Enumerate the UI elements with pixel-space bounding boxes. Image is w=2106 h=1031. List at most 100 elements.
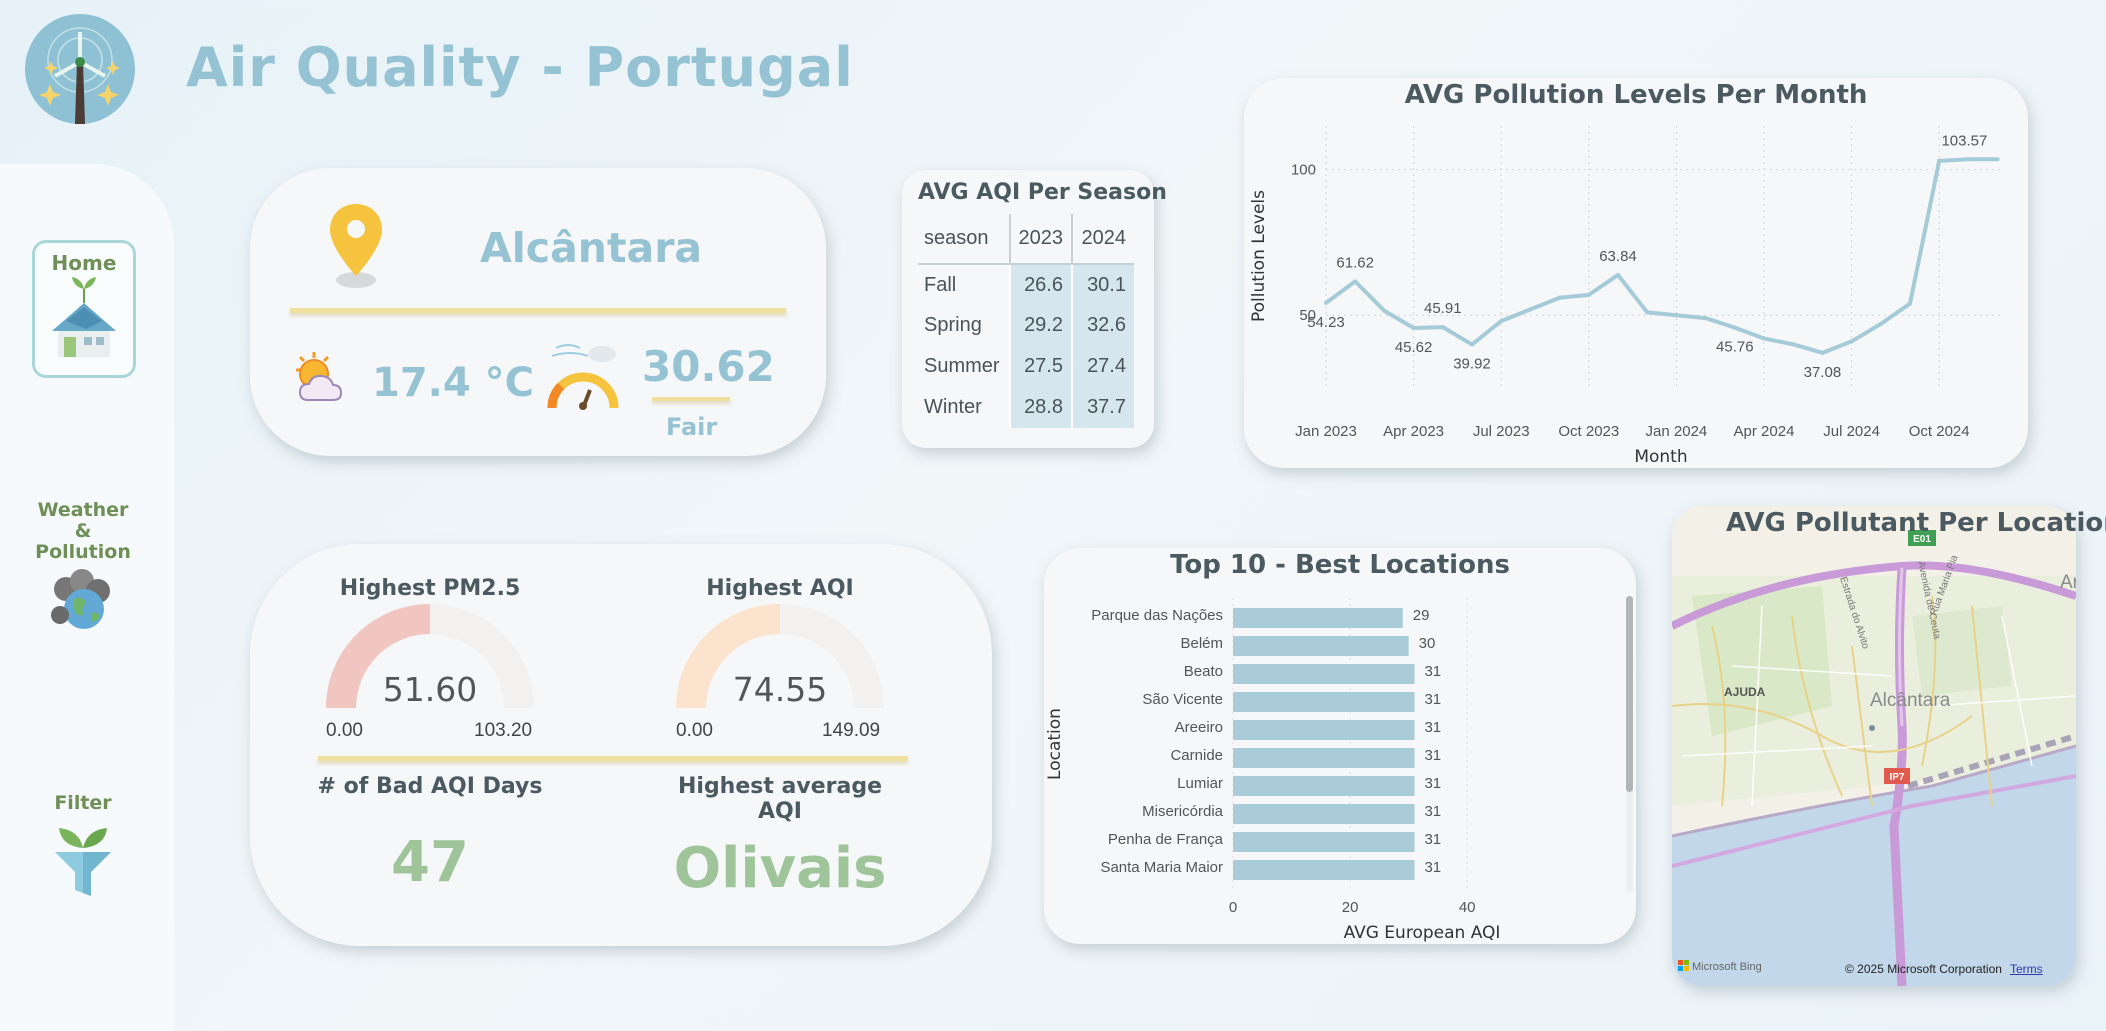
map-edge-label: Ar [2060,572,2076,593]
x-axis-title: Month [1634,447,1687,467]
table-header-row: season 2023 2024 [918,214,1134,265]
data-label: 31 [1424,663,1441,680]
aqi-value: 30.62 [642,342,775,391]
sidebar-item-filter[interactable]: Filter [30,792,136,905]
data-label: 31 [1424,691,1441,708]
x-axis-title: AVG European AQI [1344,923,1501,943]
bar [1233,860,1415,880]
scrollbar-thumb[interactable] [1626,596,1633,792]
table-cell: 29.2 [1009,305,1072,346]
table-row: Summer 27.5 27.4 [918,346,1134,387]
y-tick-label: Areeiro [1175,719,1223,736]
column-header[interactable]: 2023 [1009,214,1072,265]
table-cell: Summer [924,355,1000,377]
table-row: Spring 29.2 32.6 [918,305,1134,346]
x-tick-label: Jul 2024 [1823,423,1880,440]
divider [652,397,730,401]
data-label: 31 [1424,719,1441,736]
location-pin-icon [330,204,382,288]
partly-cloudy-icon [296,352,343,401]
divider [318,756,908,761]
data-label: 45.62 [1395,339,1433,356]
pm25-title: Highest PM2.5 [339,576,521,601]
sidebar-item-weather-pollution[interactable]: Weather & Pollution [20,500,146,640]
road-label: IP7 [1889,772,1904,783]
data-label: 54.23 [1307,314,1345,331]
data-point [1528,307,1533,312]
y-tick-label: Parque das Nações [1091,607,1223,624]
y-axis-title: Pollution Levels [1249,190,1269,322]
x-tick-label: Jul 2023 [1473,423,1530,440]
data-point [1703,316,1708,321]
table-cell: Spring [924,314,982,336]
map-card[interactable]: E01 IP7 Alcântara AJUDA Estrada do Alvit… [1672,506,2076,986]
column-header[interactable]: 2024 [1071,214,1134,265]
data-point [1382,308,1387,313]
aqi-gauge-min: 0.00 [676,720,713,741]
table-cell: 26.6 [1009,264,1072,305]
highest-avg-value: Olivais [673,836,887,901]
column-header[interactable]: season [918,214,1010,265]
table-cell: 30.1 [1071,264,1134,305]
map-view[interactable]: E01 IP7 Alcântara AJUDA Estrada do Alvit… [1672,506,2076,986]
y-tick-label: Belém [1180,635,1223,652]
bar [1233,692,1415,712]
bar [1233,776,1415,796]
pm25-gauge-max: 103.20 [474,720,533,741]
table-row: Fall 26.6 30.1 [918,264,1134,305]
aqi-gauge-value: 74.55 [732,670,828,709]
y-axis-title: Location [1045,708,1065,780]
map-terms-link[interactable]: Terms [2010,962,2043,976]
bad-days-value: 47 [391,830,469,895]
x-tick-label: 40 [1459,899,1476,916]
temperature-value: 17.4 °C [372,360,534,406]
data-point [1878,321,1883,326]
house-icon [52,277,116,357]
x-tick-label: Jan 2024 [1646,423,1708,440]
data-point [1732,325,1737,330]
data-label: 31 [1424,747,1441,764]
divider [290,308,786,313]
data-point [1849,339,1854,344]
filter-icon [55,828,111,896]
bar [1233,804,1415,824]
data-point [1995,157,2000,162]
map-copyright: © 2025 Microsoft Corporation [1845,962,2002,976]
data-point [1557,295,1562,300]
bar [1233,748,1415,768]
y-tick-label: Carnide [1170,747,1223,764]
y-tick-label: Santa Maria Maior [1100,859,1223,876]
data-label: 29 [1413,607,1430,624]
data-point [1324,300,1328,305]
table-cell: 27.4 [1071,346,1134,387]
data-label: 31 [1424,859,1441,876]
x-tick-label: 0 [1229,899,1237,916]
series-line [1324,157,1998,355]
data-label: 63.84 [1599,248,1637,265]
pm25-gauge-min: 0.00 [326,720,363,741]
sidebar-item-label: Filter [54,792,112,814]
table-cell: 27.5 [1009,346,1072,387]
pm25-gauge-value: 51.60 [382,670,478,709]
data-label: 103.57 [1941,132,1987,149]
bar-chart-scrollbar[interactable] [1626,596,1633,892]
data-point [1440,325,1445,330]
y-tick-label: Misericórdia [1142,803,1224,820]
aqi-gauge-icon [547,344,619,410]
y-tick-label: São Vicente [1142,691,1223,708]
sidebar-item-home[interactable]: Home [32,240,136,378]
table-cell: 32.6 [1071,305,1134,346]
map-provider: Microsoft Bing [1692,961,1762,973]
highest-avg-title: Highest average AQI [677,774,883,824]
table-cell: 37.7 [1071,387,1134,428]
bar-chart: 0 20 40 Parque das Nações 29 Belém 30 Beato 31 Sã… [1045,598,1501,943]
app-logo [25,14,135,124]
bar [1233,720,1415,740]
data-label: 31 [1424,775,1441,792]
x-tick-label: Oct 2024 [1909,423,1970,440]
map-title: AVG Pollutant Per Location [1726,508,2106,538]
aqi-gauge-max: 149.09 [822,720,881,741]
bar [1233,636,1409,656]
data-label: 45.91 [1424,300,1462,317]
data-point [1411,325,1416,330]
